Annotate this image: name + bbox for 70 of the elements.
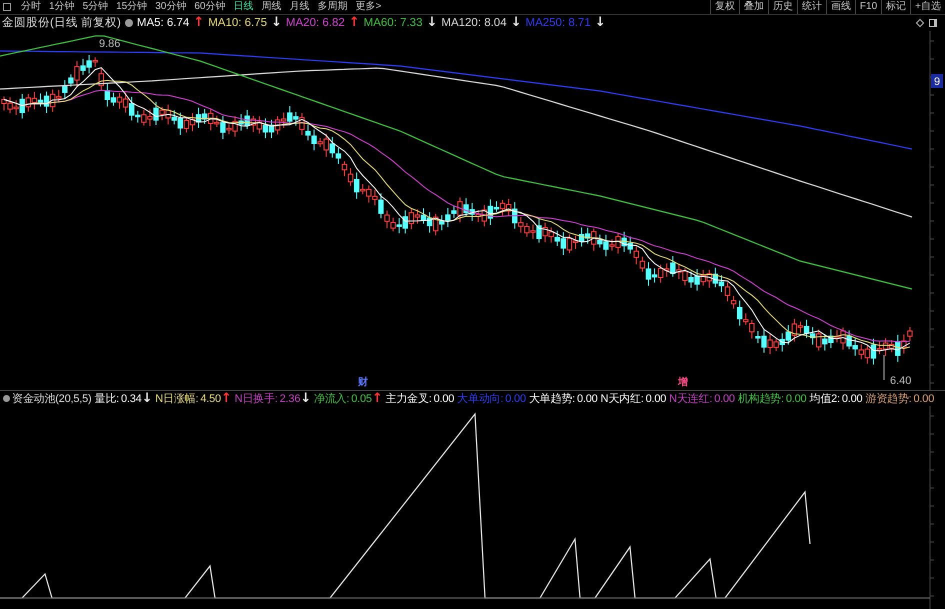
indicator-value: 0.00: [646, 392, 666, 406]
indicator-value: 0.00: [576, 392, 598, 406]
indicator-value: 0.34: [120, 392, 142, 406]
period-tab[interactable]: 多周期: [314, 0, 352, 14]
moving-average-value: MA120: 8.04: [441, 16, 507, 31]
indicator-label: N天连红:: [669, 392, 712, 406]
indicator-label: 净流入:: [314, 392, 350, 406]
indicator-label: N日换手:: [234, 392, 278, 406]
event-marker: 增: [678, 377, 688, 388]
toolbar-button[interactable]: 叠加: [738, 0, 768, 14]
trend-arrow: ↑: [193, 15, 204, 31]
toolbar-button[interactable]: 标记: [881, 0, 910, 14]
settings-icon[interactable]: [3, 395, 10, 402]
toolbar-button[interactable]: 统计: [796, 0, 826, 14]
indicator-value: 4.50: [200, 392, 221, 406]
indicator-label: 机构趋势:: [738, 392, 784, 406]
indicator-value: 2.36: [280, 392, 300, 406]
period-tab[interactable]: 1分钟: [45, 0, 79, 14]
trend-arrow: ↓: [510, 15, 522, 31]
indicator-value: 0.00: [914, 392, 934, 406]
trend-arrow: ↓: [142, 390, 152, 406]
indicator-label: N日涨幅:: [155, 392, 198, 406]
moving-average-value: MA10: 6.75: [208, 16, 268, 31]
low-price-label: 6.40: [890, 375, 912, 387]
indicator-label: 游资趋势:: [865, 392, 912, 406]
window-icon[interactable]: [929, 19, 937, 27]
period-tab[interactable]: 周线: [258, 0, 286, 14]
period-tab[interactable]: 月线: [286, 0, 314, 14]
indicator-value: 0.00: [505, 392, 526, 406]
toolbar-button[interactable]: 复权: [710, 0, 739, 14]
high-price-label: 9.86: [99, 38, 120, 50]
settings-icon[interactable]: [124, 19, 133, 27]
trend-arrow: ↓: [300, 390, 311, 406]
trend-arrow: ↑: [220, 390, 232, 406]
toolbar-button[interactable]: 历史: [768, 0, 797, 14]
indicator-value: 0.00: [434, 392, 454, 406]
period-tab[interactable]: 60分钟: [190, 0, 230, 14]
period-tab[interactable]: 日线: [230, 0, 258, 14]
period-tab[interactable]: 30分钟: [151, 0, 190, 14]
indicator-label: 均值2:: [809, 392, 840, 406]
indicator-value: 0.05: [351, 392, 372, 406]
moving-average-value: MA60: 7.33: [364, 16, 422, 31]
axis-price-label: 9: [934, 76, 940, 88]
indicator-value: 0.00: [714, 392, 735, 406]
trend-arrow: ↑: [348, 15, 360, 31]
trend-arrow: ↓: [271, 15, 282, 31]
indicator-value: 0.00: [842, 392, 862, 406]
event-marker: 财: [358, 377, 368, 388]
indicator-label: N天内红:: [600, 392, 644, 406]
toolbar-button[interactable]: +自选: [910, 0, 945, 14]
trend-arrow: ↑: [372, 390, 383, 406]
indicator-value: 0.00: [786, 392, 806, 406]
period-tab[interactable]: 更多>: [352, 0, 386, 14]
moving-average-value: MA250: 8.71: [526, 16, 591, 31]
indicator-label: 量比:: [94, 392, 119, 406]
trend-arrow: ↓: [426, 15, 438, 31]
toolbar-button[interactable]: F10: [854, 0, 882, 14]
period-tab[interactable]: 5分钟: [78, 0, 112, 14]
trend-arrow: ↓: [594, 15, 606, 31]
period-tab[interactable]: 分时: [17, 0, 45, 14]
toolbar-button[interactable]: 画线: [826, 0, 855, 14]
panel-icon[interactable]: [3, 3, 11, 11]
stock-title: 金圆股份(日线 前复权): [2, 16, 121, 31]
moving-average-value: MA20: 6.82: [286, 16, 345, 31]
indicator-label: 大单趋势:: [528, 392, 575, 406]
moving-average-value: MA5: 6.74: [136, 16, 190, 31]
indicator-label: 主力金叉:: [386, 392, 432, 406]
period-tab[interactable]: 15分钟: [112, 0, 152, 14]
indicator-label: 大单动向:: [457, 392, 504, 406]
indicator-title: 资金动池(20,5,5): [12, 392, 92, 406]
